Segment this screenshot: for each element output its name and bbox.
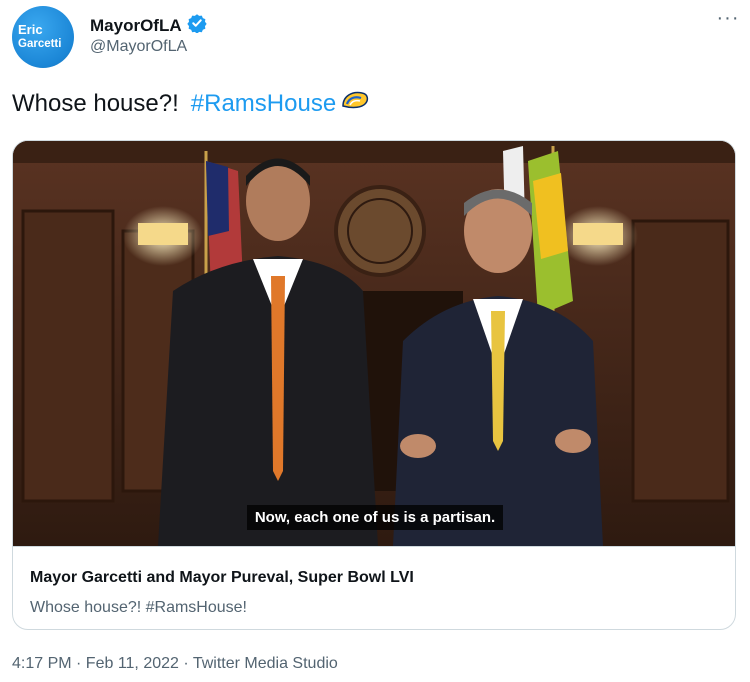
tweet-header: Eric Garcetti MayorOfLA @MayorOfLA ···: [8, 6, 742, 72]
card-title[interactable]: Mayor Garcetti and Mayor Pureval, Super …: [30, 569, 414, 587]
caption-text: Now, each one of us is a partisan.: [246, 505, 504, 530]
card-meta[interactable]: Mayor Garcetti and Mayor Pureval, Super …: [13, 546, 735, 629]
display-name[interactable]: MayorOfLA: [90, 16, 182, 36]
tweet-body: Whose house?!: [12, 89, 179, 117]
video-caption: Now, each one of us is a partisan.: [13, 505, 735, 530]
more-options-icon[interactable]: ···: [714, 8, 742, 32]
verified-badge-icon: [186, 13, 207, 38]
avatar-text-last: Garcetti: [18, 38, 62, 50]
video-thumbnail[interactable]: Now, each one of us is a partisan.: [13, 141, 735, 546]
handle[interactable]: @MayorOfLA: [90, 38, 187, 56]
name-row: MayorOfLA: [90, 13, 207, 38]
avatar-text-first: Eric: [18, 22, 43, 37]
tweet-meta[interactable]: 4:17 PM · Feb 11, 2022 · Twitter Media S…: [12, 655, 338, 673]
hashtag-link[interactable]: #RamsHouse: [191, 90, 336, 118]
avatar[interactable]: Eric Garcetti: [12, 6, 74, 68]
media-card[interactable]: Now, each one of us is a partisan. Mayor…: [12, 140, 736, 630]
rams-hashflag-icon: [340, 88, 370, 119]
card-description: Whose house?! #RamsHouse!: [30, 599, 247, 616]
tweet-text: Whose house?! #RamsHouse: [12, 88, 370, 119]
